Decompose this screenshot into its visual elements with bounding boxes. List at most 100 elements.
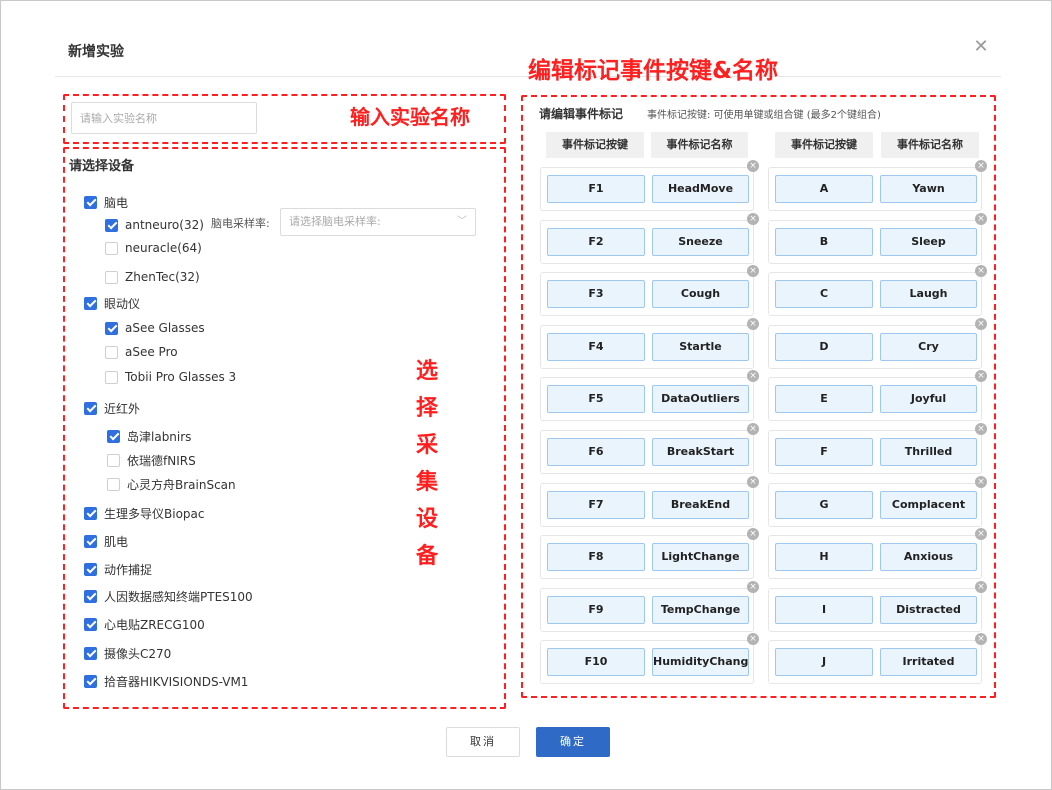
delete-icon[interactable]: × xyxy=(975,370,987,382)
event-name-input[interactable]: BreakStart xyxy=(652,438,749,466)
event-name-input[interactable]: Sleep xyxy=(880,228,977,256)
event-name-input[interactable]: Distracted xyxy=(880,596,977,624)
delete-icon[interactable]: × xyxy=(975,633,987,645)
delete-icon[interactable]: × xyxy=(975,476,987,488)
event-key-input[interactable]: F5 xyxy=(547,385,645,413)
checkbox[interactable] xyxy=(84,195,97,209)
delete-icon[interactable]: × xyxy=(975,528,987,540)
delete-icon[interactable]: × xyxy=(747,318,759,330)
checkbox[interactable] xyxy=(84,589,97,603)
event-name-input[interactable]: Startle xyxy=(652,333,749,361)
cancel-button[interactable]: 取消 xyxy=(446,727,520,757)
device-asee-glasses[interactable]: aSee Glasses xyxy=(105,319,205,337)
device-brainscan[interactable]: 心灵方舟BrainScan xyxy=(107,475,236,493)
eeg-rate-select[interactable]: 请选择脑电采样率: ﹀ xyxy=(280,208,476,236)
device-zhentec[interactable]: ZhenTec(32) xyxy=(105,268,200,286)
checkbox[interactable] xyxy=(107,477,120,491)
event-key-input[interactable]: D xyxy=(775,333,873,361)
event-name-input[interactable]: HeadMove xyxy=(652,175,749,203)
device-labnirs[interactable]: 岛津labnirs xyxy=(107,427,191,445)
confirm-button[interactable]: 确定 xyxy=(536,727,610,757)
device-emg[interactable]: 肌电 xyxy=(84,532,128,550)
checkbox[interactable] xyxy=(105,345,118,359)
event-key-input[interactable]: A xyxy=(775,175,873,203)
delete-icon[interactable]: × xyxy=(975,213,987,225)
event-key-input[interactable]: I xyxy=(775,596,873,624)
device-camera[interactable]: 摄像头C270 xyxy=(84,644,171,662)
event-name-input[interactable]: Joyful xyxy=(880,385,977,413)
event-name-input[interactable]: Laugh xyxy=(880,280,977,308)
checkbox[interactable] xyxy=(84,646,97,660)
checkbox[interactable] xyxy=(105,218,118,232)
event-key-input[interactable]: F xyxy=(775,438,873,466)
device-tobii[interactable]: Tobii Pro Glasses 3 xyxy=(105,368,236,386)
checkbox[interactable] xyxy=(84,617,97,631)
event-key-input[interactable]: F2 xyxy=(547,228,645,256)
delete-icon[interactable]: × xyxy=(975,423,987,435)
delete-icon[interactable]: × xyxy=(747,476,759,488)
checkbox[interactable] xyxy=(105,241,118,255)
event-name-input[interactable]: HumidityChange xyxy=(652,648,749,676)
experiment-name-input[interactable] xyxy=(71,102,257,134)
device-microphone[interactable]: 拾音器HIKVISIONDS-VM1 xyxy=(84,672,248,690)
event-key-input[interactable]: C xyxy=(775,280,873,308)
checkbox[interactable] xyxy=(84,506,97,520)
delete-icon[interactable]: × xyxy=(747,581,759,593)
close-icon[interactable]: ✕ xyxy=(971,37,991,57)
event-name-input[interactable]: DataOutliers xyxy=(652,385,749,413)
checkbox[interactable] xyxy=(107,429,120,443)
event-key-input[interactable]: B xyxy=(775,228,873,256)
checkbox[interactable] xyxy=(107,453,120,467)
checkbox[interactable] xyxy=(84,674,97,688)
device-neuracle[interactable]: neuracle(64) xyxy=(105,239,202,257)
event-key-input[interactable]: F1 xyxy=(547,175,645,203)
device-biopac[interactable]: 生理多导仪Biopac xyxy=(84,504,204,522)
event-key-input[interactable]: F6 xyxy=(547,438,645,466)
event-name-input[interactable]: Sneeze xyxy=(652,228,749,256)
device-eye-tracker[interactable]: 眼动仪 xyxy=(84,294,140,312)
delete-icon[interactable]: × xyxy=(747,213,759,225)
checkbox[interactable] xyxy=(105,370,118,384)
event-key-input[interactable]: F8 xyxy=(547,543,645,571)
event-key-input[interactable]: G xyxy=(775,491,873,519)
device-motion-capture[interactable]: 动作捕捉 xyxy=(84,560,152,578)
device-ptes100[interactable]: 人因数据感知终端PTES100 xyxy=(84,587,253,605)
checkbox[interactable] xyxy=(105,270,118,284)
event-name-input[interactable]: Irritated xyxy=(880,648,977,676)
event-key-input[interactable]: J xyxy=(775,648,873,676)
checkbox[interactable] xyxy=(84,296,97,310)
delete-icon[interactable]: × xyxy=(975,581,987,593)
event-key-input[interactable]: F4 xyxy=(547,333,645,361)
delete-icon[interactable]: × xyxy=(747,265,759,277)
checkbox[interactable] xyxy=(84,562,97,576)
delete-icon[interactable]: × xyxy=(747,370,759,382)
device-asee-pro[interactable]: aSee Pro xyxy=(105,343,178,361)
checkbox[interactable] xyxy=(84,401,97,415)
delete-icon[interactable]: × xyxy=(975,318,987,330)
event-name-input[interactable]: Thrilled xyxy=(880,438,977,466)
delete-icon[interactable]: × xyxy=(747,528,759,540)
event-name-input[interactable]: LightChange xyxy=(652,543,749,571)
checkbox[interactable] xyxy=(84,534,97,548)
device-zrecg100[interactable]: 心电贴ZRECG100 xyxy=(84,615,205,633)
device-antneuro[interactable]: antneuro(32) xyxy=(105,216,204,234)
event-name-input[interactable]: BreakEnd xyxy=(652,491,749,519)
event-name-input[interactable]: Cry xyxy=(880,333,977,361)
device-eeg[interactable]: 脑电 xyxy=(84,193,128,211)
device-fnirs[interactable]: 依瑞德fNIRS xyxy=(107,451,196,469)
event-key-input[interactable]: E xyxy=(775,385,873,413)
event-key-input[interactable]: F7 xyxy=(547,491,645,519)
event-name-input[interactable]: Complacent xyxy=(880,491,977,519)
delete-icon[interactable]: × xyxy=(975,160,987,172)
delete-icon[interactable]: × xyxy=(747,423,759,435)
event-name-input[interactable]: Anxious xyxy=(880,543,977,571)
device-nirs[interactable]: 近红外 xyxy=(84,399,140,417)
delete-icon[interactable]: × xyxy=(975,265,987,277)
event-name-input[interactable]: Yawn xyxy=(880,175,977,203)
delete-icon[interactable]: × xyxy=(747,633,759,645)
event-key-input[interactable]: F10 xyxy=(547,648,645,676)
event-key-input[interactable]: F3 xyxy=(547,280,645,308)
event-name-input[interactable]: Cough xyxy=(652,280,749,308)
event-key-input[interactable]: F9 xyxy=(547,596,645,624)
event-key-input[interactable]: H xyxy=(775,543,873,571)
